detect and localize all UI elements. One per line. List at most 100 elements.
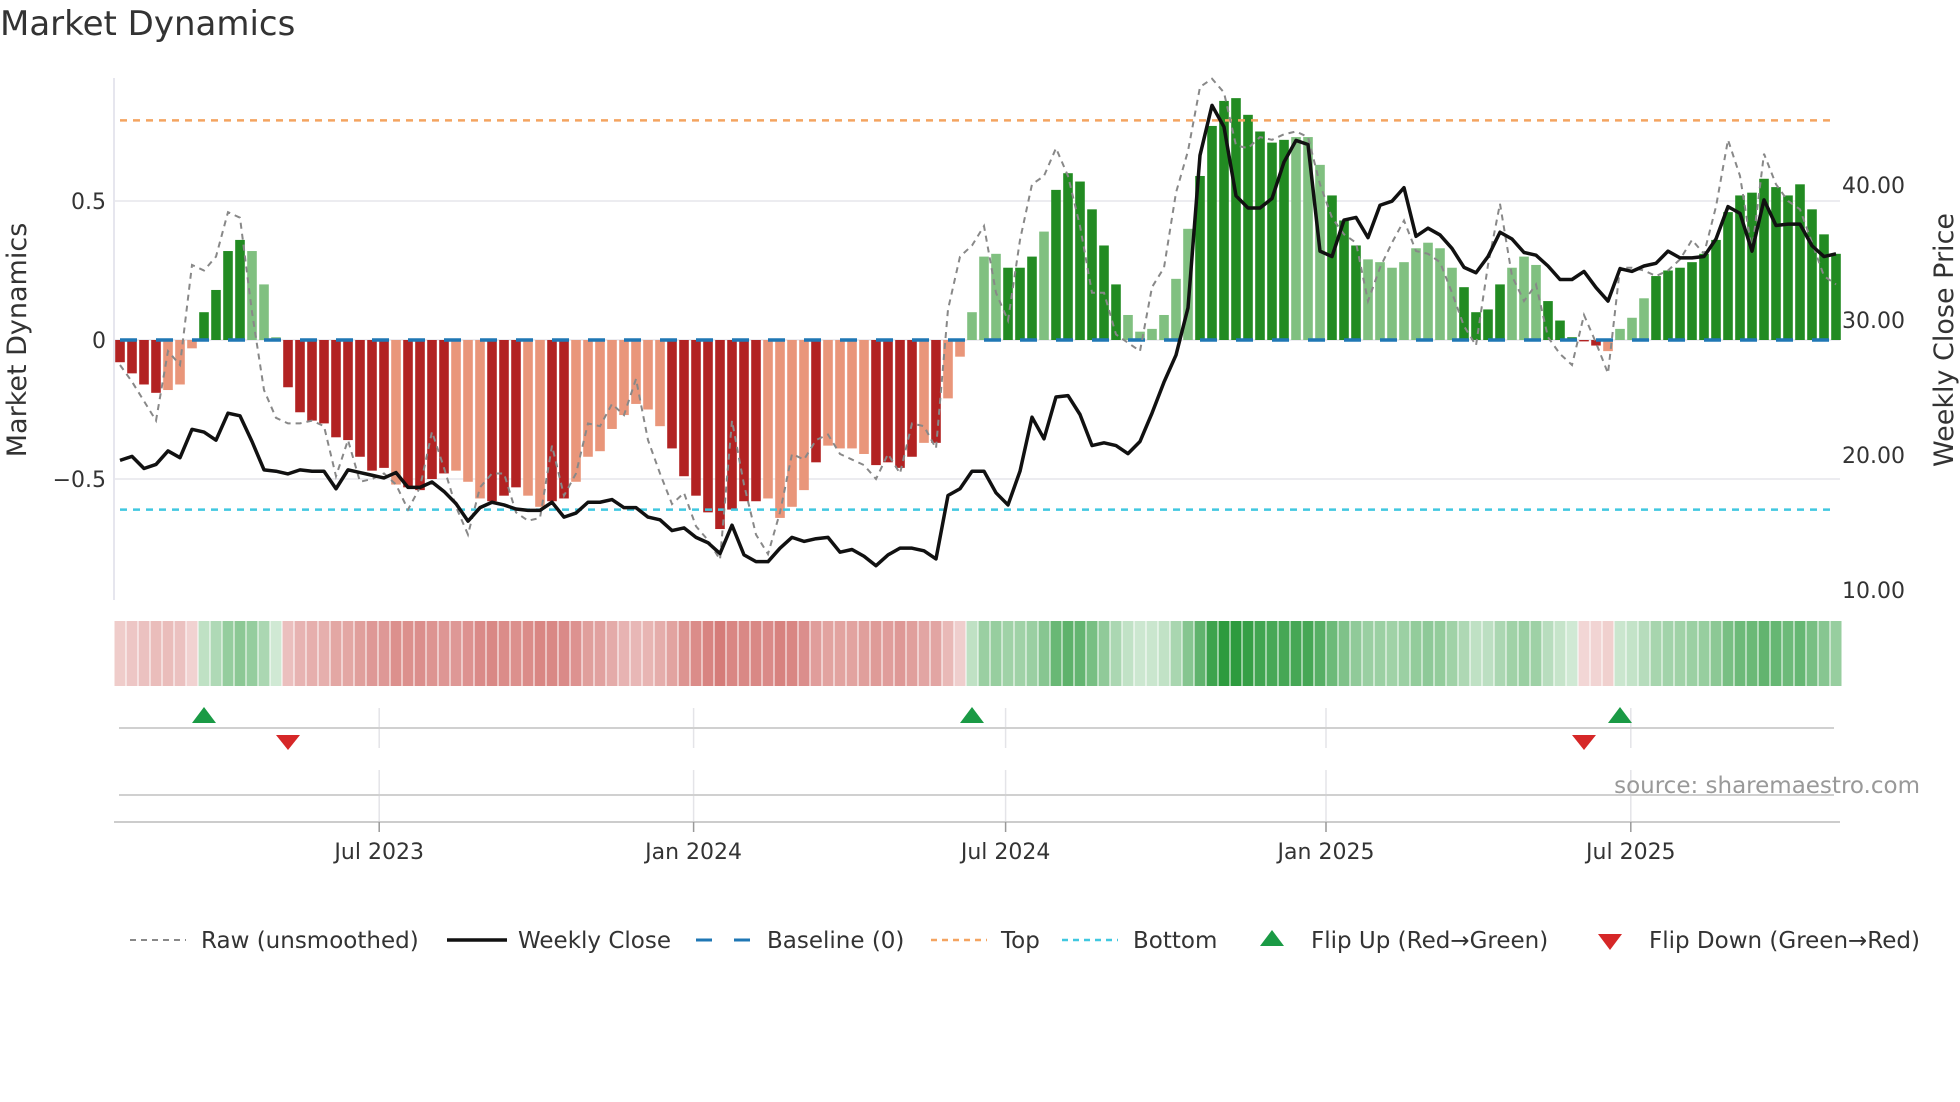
- momentum-bar: [1639, 298, 1649, 340]
- momentum-bar: [151, 340, 161, 393]
- raw-series-line: [119, 77, 1837, 563]
- regime-strip-cell: [726, 621, 738, 686]
- regime-strip-cell: [1134, 621, 1146, 686]
- regime-strip-cell: [498, 621, 510, 686]
- y2-tick-label: 40.00: [1842, 174, 1905, 199]
- momentum-bar: [1711, 239, 1721, 340]
- regime-strip-cell: [1218, 621, 1230, 686]
- momentum-bar: [679, 340, 689, 477]
- momentum-bar: [259, 284, 269, 340]
- regime-strip-cell: [1530, 621, 1542, 686]
- regime-strip-cell: [594, 621, 606, 686]
- regime-strip-cell: [1170, 621, 1182, 686]
- regime-strip-cell: [306, 621, 318, 686]
- momentum-bar: [403, 340, 413, 488]
- momentum-bar: [883, 340, 893, 463]
- momentum-bar: [547, 340, 557, 502]
- momentum-bar: [787, 340, 797, 507]
- momentum-bar: [1663, 270, 1673, 340]
- momentum-bar: [1147, 328, 1157, 340]
- regime-strip-cell: [942, 621, 954, 686]
- regime-strip-cell: [282, 621, 294, 686]
- regime-strip-cell: [1146, 621, 1158, 686]
- momentum-bar: [295, 340, 305, 413]
- momentum-bar: [199, 312, 209, 340]
- regime-strip-cell: [1326, 621, 1338, 686]
- regime-strip-cell: [822, 621, 834, 686]
- regime-strip-cell: [450, 621, 462, 686]
- regime-strip-cell: [918, 621, 930, 686]
- regime-strip-cell: [654, 621, 666, 686]
- momentum-bar: [115, 340, 125, 363]
- momentum-bar: [691, 340, 701, 496]
- y2-tick-label: 10.00: [1842, 579, 1905, 604]
- regime-strip-cell: [366, 621, 378, 686]
- regime-strip-cell: [378, 621, 390, 686]
- momentum-bar: [331, 340, 341, 438]
- regime-strip-cell: [1554, 621, 1566, 686]
- momentum-bar: [1771, 187, 1781, 340]
- regime-strip-cell: [1206, 621, 1218, 686]
- regime-strip-cell: [858, 621, 870, 686]
- regime-strip-cell: [1674, 621, 1686, 686]
- momentum-bar: [1531, 264, 1541, 340]
- regime-strip-cell: [1806, 621, 1818, 686]
- legend-item-close: Weekly Close: [447, 928, 671, 954]
- regime-strip-cell: [786, 621, 798, 686]
- momentum-bar: [1483, 309, 1493, 340]
- momentum-bar: [1423, 242, 1433, 340]
- regime-strip-cell: [1710, 621, 1722, 686]
- regime-strip-cell: [1038, 621, 1050, 686]
- flip-down-marker: [276, 735, 300, 750]
- regime-strip-cell: [174, 621, 186, 686]
- legend-item-flip-up: Flip Up (Red→Green): [1260, 928, 1548, 954]
- y2-tick-label: 20.00: [1842, 444, 1905, 469]
- regime-strip-cell: [318, 621, 330, 686]
- regime-strip-cell: [1494, 621, 1506, 686]
- regime-strip-cell: [474, 621, 486, 686]
- regime-strip-cell: [1542, 621, 1554, 686]
- legend-label: Top: [1000, 928, 1040, 954]
- momentum-bar: [1699, 253, 1709, 340]
- regime-strip-cell: [1818, 621, 1830, 686]
- legend-label: Baseline (0): [767, 928, 904, 954]
- momentum-bar: [979, 256, 989, 340]
- momentum-bar: [1027, 256, 1037, 340]
- regime-strip-cell: [750, 621, 762, 686]
- regime-strip-cell: [1794, 621, 1806, 686]
- momentum-bar: [439, 340, 449, 474]
- momentum-bar: [1819, 234, 1829, 340]
- regime-strip-cell: [246, 621, 258, 686]
- regime-strip-cell: [1314, 621, 1326, 686]
- momentum-bar: [667, 340, 677, 449]
- momentum-bar: [1087, 209, 1097, 340]
- momentum-bar: [355, 340, 365, 457]
- regime-strip-cell: [126, 621, 138, 686]
- momentum-bar: [799, 340, 809, 491]
- momentum-bar: [1519, 256, 1529, 340]
- momentum-bar: [1015, 267, 1025, 340]
- legend-label: Bottom: [1133, 928, 1217, 954]
- regime-strip-cell: [1302, 621, 1314, 686]
- momentum-bar: [751, 340, 761, 502]
- momentum-bar: [1255, 131, 1265, 340]
- momentum-bar: [1159, 314, 1169, 340]
- regime-strip-cell: [1650, 621, 1662, 686]
- regime-strip-cell: [1734, 621, 1746, 686]
- momentum-bar: [919, 340, 929, 443]
- regime-strip-cell: [1086, 621, 1098, 686]
- momentum-bar: [1579, 340, 1589, 342]
- y2-axis-title: Weekly Close Price: [1929, 213, 1960, 467]
- regime-strip-cell: [690, 621, 702, 686]
- momentum-bar: [1231, 98, 1241, 340]
- flip-up-marker: [960, 707, 984, 723]
- regime-strip-cell: [438, 621, 450, 686]
- momentum-bar: [967, 312, 977, 340]
- regime-strip-cell: [162, 621, 174, 686]
- regime-strip-cell: [558, 621, 570, 686]
- flip-down-icon: [1598, 934, 1622, 950]
- flip-up-marker: [192, 707, 216, 723]
- regime-strip-cell: [546, 621, 558, 686]
- momentum-bar: [955, 340, 965, 357]
- momentum-bar: [1051, 189, 1061, 340]
